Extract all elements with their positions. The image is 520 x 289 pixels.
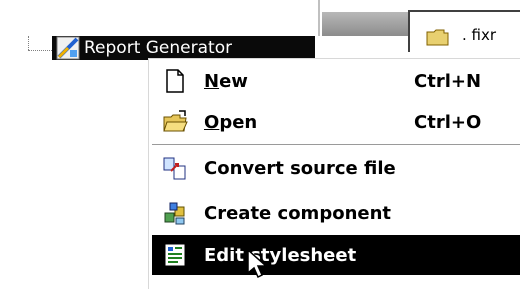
create-component-icon xyxy=(162,200,188,226)
menu-item-new[interactable]: New Ctrl+N xyxy=(152,61,520,101)
report-generator-icon xyxy=(56,36,80,60)
menu-separator xyxy=(152,144,520,146)
menu-item-new-label: ew xyxy=(219,70,248,92)
tree-node-report-generator[interactable]: Report Generator xyxy=(52,36,315,60)
tree-connector-horizontal xyxy=(28,50,52,51)
menu-item-convert-label: Convert source file xyxy=(204,157,396,179)
background-divider xyxy=(318,0,320,36)
background-file-list: . fixr xyxy=(408,10,520,52)
menu-item-open-shortcut: Ctrl+O xyxy=(414,111,482,133)
folder-icon xyxy=(426,28,450,46)
new-file-icon xyxy=(162,68,188,94)
context-menu: New Ctrl+N Open Ctrl+O Convert source fi… xyxy=(148,58,520,289)
tree-node-label: Report Generator xyxy=(84,38,233,58)
background-file-name: . fixr xyxy=(462,26,497,44)
menu-item-open-label: pen xyxy=(219,111,258,133)
menu-item-create-component-label: Create component xyxy=(204,202,392,224)
menu-item-edit-stylesheet[interactable]: Edit stylesheet xyxy=(152,235,520,275)
convert-icon xyxy=(162,155,188,181)
tree-connector-vertical xyxy=(28,36,29,50)
menu-item-edit-stylesheet-label: Edit stylesheet xyxy=(204,244,357,266)
mouse-pointer-icon xyxy=(247,248,269,279)
menu-item-open-mnemonic: O xyxy=(204,111,220,133)
menu-item-open[interactable]: Open Ctrl+O xyxy=(152,102,520,142)
menu-item-new-mnemonic: N xyxy=(204,70,220,92)
menu-item-create-component[interactable]: Create component xyxy=(152,193,520,233)
open-folder-icon xyxy=(162,109,188,135)
edit-stylesheet-icon xyxy=(162,242,188,268)
menu-item-convert-source-file[interactable]: Convert source file xyxy=(152,148,520,188)
menu-item-new-shortcut: Ctrl+N xyxy=(414,70,482,92)
